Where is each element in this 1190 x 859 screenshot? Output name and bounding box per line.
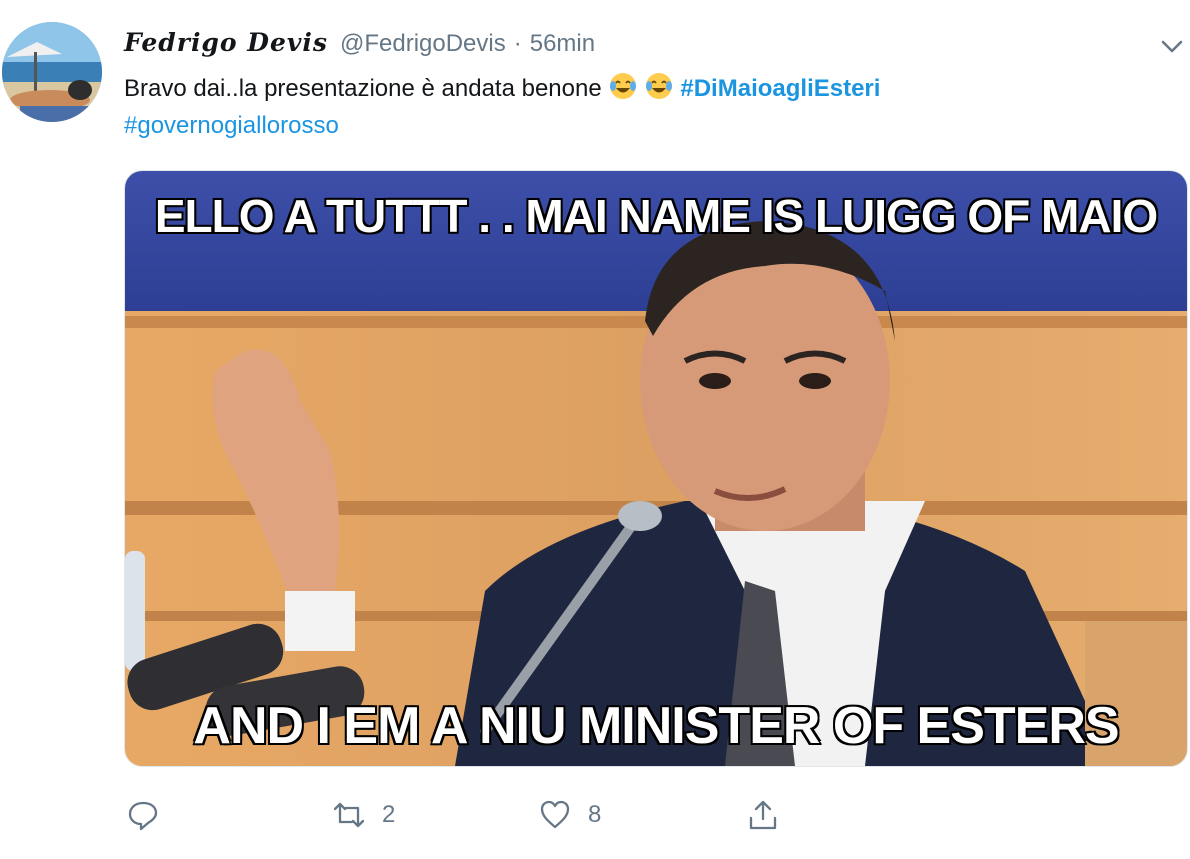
timestamp[interactable]: 56min [530,30,595,58]
user-handle[interactable]: @FedrigoDevis [340,30,506,58]
tweet-menu-button[interactable] [1158,32,1186,60]
reply-icon [128,801,158,831]
meme-bottom-caption: AND I EM A NIU MINISTER OF ESTERS [192,696,1121,757]
hashtag-link[interactable]: #governogiallorosso [124,112,339,139]
tweet-text: Bravo dai..la presentazione è andata ben… [124,70,1164,144]
tweet-header: Fedrigo Devis @FedrigoDevis · 56min [124,28,595,62]
meme-top-caption: ELLO A TUTTT . . MAI NAME IS LUIGG OF MA… [153,189,1159,244]
hashtag-link[interactable]: #DiMaioagliEsteri [680,75,880,102]
retweet-button[interactable]: 2 [332,798,395,832]
like-count: 8 [588,801,602,828]
meme-photo [125,171,1187,766]
heart-icon [540,800,570,829]
display-name[interactable]: Fedrigo Devis [124,28,328,57]
avatar[interactable] [2,22,102,122]
share-button[interactable] [746,798,780,832]
tweet-media[interactable]: ELLO A TUTTT . . MAI NAME IS LUIGG OF MA… [124,170,1188,767]
retweet-count: 2 [382,801,396,828]
tweet-actions: 2 8 [0,798,1190,838]
chevron-down-icon [1161,40,1183,53]
separator-dot: · [513,30,522,57]
tweet-body: Bravo dai..la presentazione è andata ben… [124,75,602,102]
like-button[interactable]: 8 [538,798,601,832]
face-with-tears-of-joy-icon [610,73,637,99]
share-icon [749,800,777,830]
reply-button[interactable] [126,798,160,832]
avatar-image [2,22,102,122]
face-with-tears-of-joy-icon [646,73,673,99]
retweet-icon [333,802,365,828]
